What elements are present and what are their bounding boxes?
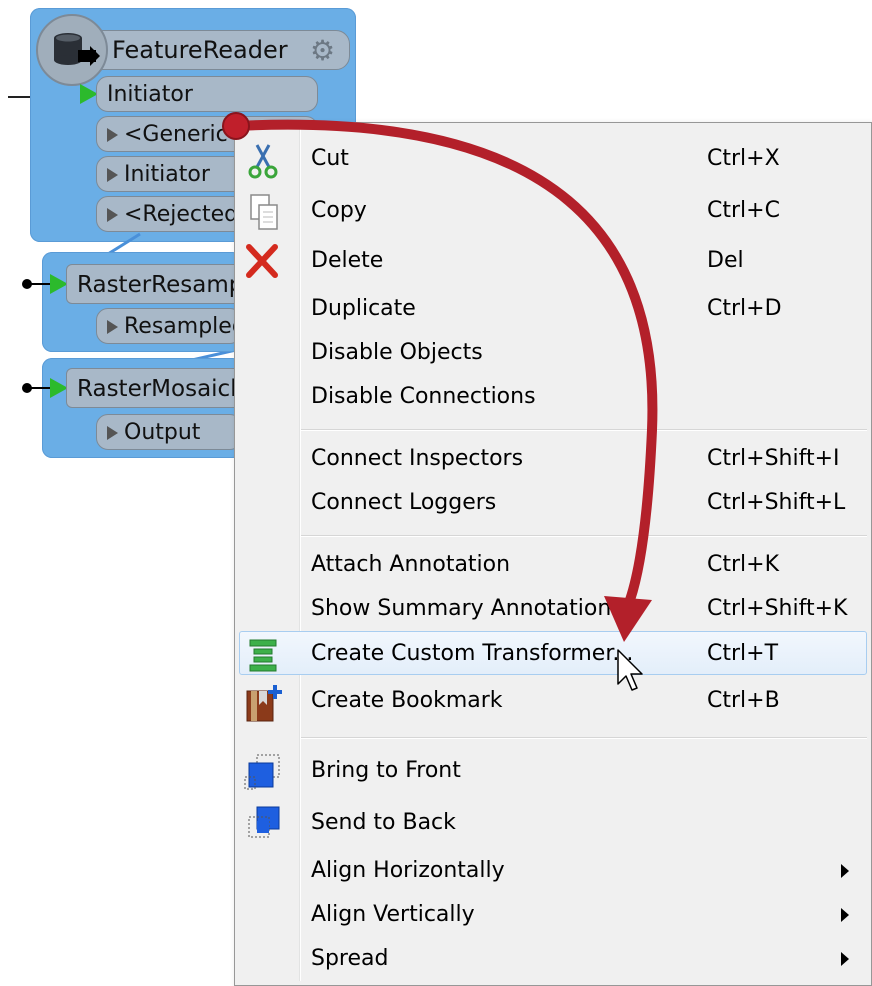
- delete-x-icon: [243, 243, 283, 279]
- send-to-back-icon: [243, 805, 283, 841]
- menu-item-connect-inspectors[interactable]: Connect Inspectors Ctrl+Shift+I: [235, 437, 871, 481]
- menu-item-disable-objects[interactable]: Disable Objects: [235, 331, 871, 375]
- output-port-resampled[interactable]: Resampled: [96, 308, 242, 344]
- output-port-output[interactable]: Output: [96, 414, 242, 450]
- context-menu: Cut Ctrl+X Copy Ctrl+C Delete Del Duplic…: [234, 122, 872, 986]
- submenu-arrow-icon: [841, 864, 849, 878]
- bookmark-add-icon: [243, 683, 283, 722]
- menu-separator: [301, 429, 867, 431]
- raster-resampler-title[interactable]: RasterResamp: [66, 264, 242, 304]
- menu-item-duplicate[interactable]: Duplicate Ctrl+D: [235, 287, 871, 331]
- expand-arrow-icon: [107, 426, 118, 440]
- menu-item-show-summary-annotations[interactable]: Show Summary Annotations Ctrl+Shift+K: [235, 587, 871, 631]
- menu-item-create-custom-transformer[interactable]: Create Custom Transformer... Ctrl+T: [239, 631, 867, 675]
- menu-separator: [301, 535, 867, 537]
- gear-icon[interactable]: ⚙: [310, 36, 340, 66]
- expand-arrow-icon: [107, 320, 118, 334]
- input-port-initiator[interactable]: Initiator: [96, 76, 318, 112]
- raster-mosaicker-title[interactable]: RasterMosaick: [66, 368, 242, 408]
- menu-item-spread[interactable]: Spread: [235, 937, 871, 981]
- connection-line: [28, 283, 52, 285]
- menu-item-attach-annotation[interactable]: Attach Annotation Ctrl+K: [235, 543, 871, 587]
- expand-arrow-icon: [107, 168, 118, 182]
- menu-item-align-horizontally[interactable]: Align Horizontally: [235, 849, 871, 893]
- menu-item-bring-to-front[interactable]: Bring to Front: [235, 749, 871, 793]
- expand-arrow-icon: [107, 128, 118, 142]
- feature-reader-title: FeatureReader: [112, 36, 288, 64]
- menu-item-disable-connections[interactable]: Disable Connections: [235, 375, 871, 419]
- feature-reader-icon: [36, 14, 108, 86]
- submenu-arrow-icon: [841, 908, 849, 922]
- bring-to-front-icon: [243, 753, 283, 790]
- scissors-icon: [243, 141, 283, 179]
- menu-item-align-vertically[interactable]: Align Vertically: [235, 893, 871, 937]
- submenu-arrow-icon: [841, 952, 849, 966]
- menu-item-delete[interactable]: Delete Del: [235, 239, 871, 283]
- menu-item-cut[interactable]: Cut Ctrl+X: [235, 137, 871, 181]
- menu-item-connect-loggers[interactable]: Connect Loggers Ctrl+Shift+L: [235, 481, 871, 525]
- copy-icon: [243, 193, 283, 230]
- menu-item-create-bookmark[interactable]: Create Bookmark Ctrl+B: [235, 679, 871, 723]
- expand-arrow-icon: [107, 208, 118, 222]
- menu-item-copy[interactable]: Copy Ctrl+C: [235, 189, 871, 233]
- custom-transformer-icon: [244, 636, 284, 672]
- menu-separator: [301, 737, 867, 739]
- menu-item-send-to-back[interactable]: Send to Back: [235, 801, 871, 845]
- connection-line: [28, 387, 52, 389]
